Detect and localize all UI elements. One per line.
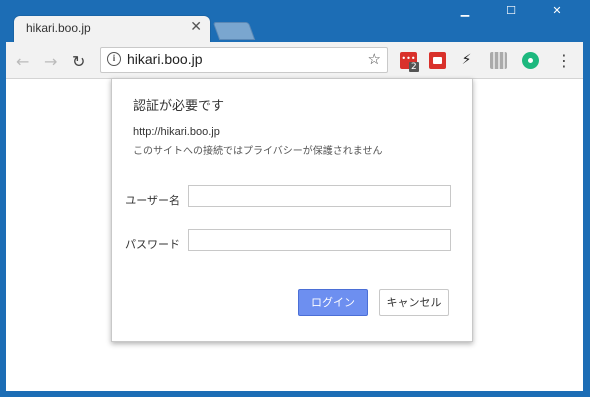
eye-extension-icon[interactable] (522, 52, 539, 69)
browser-tab[interactable]: hikari.boo.jp ✕ (14, 16, 210, 42)
dialog-url: http://hikari.boo.jp (133, 126, 220, 138)
address-bar[interactable]: i hikari.boo.jp ☆ (100, 47, 388, 73)
close-window-icon[interactable]: ✕ (534, 0, 580, 20)
password-label: パスワード (125, 238, 180, 251)
camera-extension-icon[interactable] (429, 52, 446, 69)
username-field[interactable] (188, 185, 451, 207)
qr-extension-icon[interactable] (490, 52, 507, 69)
url-text[interactable]: hikari.boo.jp (127, 51, 203, 67)
minimize-icon[interactable]: ▁ (442, 0, 488, 20)
tab-title: hikari.boo.jp (26, 21, 91, 35)
menu-icon[interactable]: ⋮ (556, 51, 572, 70)
new-tab-button[interactable] (212, 22, 256, 40)
info-icon[interactable]: i (107, 52, 121, 66)
reload-icon[interactable]: ↻ (72, 52, 85, 71)
tab-close-icon[interactable]: ✕ (190, 19, 202, 35)
username-label: ユーザー名 (125, 194, 180, 207)
star-icon[interactable]: ☆ (368, 50, 381, 68)
browser-frame: ▁ ☐ ✕ hikari.boo.jp ✕ ← → ↻ i hikari.boo… (0, 0, 590, 397)
dialog-title: 認証が必要です (133, 99, 225, 114)
extension-badge: 2 (409, 62, 419, 72)
cancel-button[interactable]: キャンセル (379, 289, 449, 316)
toolbar: ← → ↻ i hikari.boo.jp ☆ ••• 2 ⚡ ⋮ (6, 42, 583, 79)
auth-dialog: 認証が必要です http://hikari.boo.jp このサイトへの接続では… (111, 78, 473, 342)
back-icon[interactable]: ← (16, 52, 29, 71)
privacy-warning: このサイトへの接続ではプライバシーが保護されません (133, 146, 383, 157)
maximize-icon[interactable]: ☐ (488, 0, 534, 20)
forward-icon[interactable]: → (44, 52, 57, 71)
login-button[interactable]: ログイン (298, 289, 368, 316)
bolt-extension-icon[interactable]: ⚡ (458, 52, 475, 69)
password-field[interactable] (188, 229, 451, 251)
